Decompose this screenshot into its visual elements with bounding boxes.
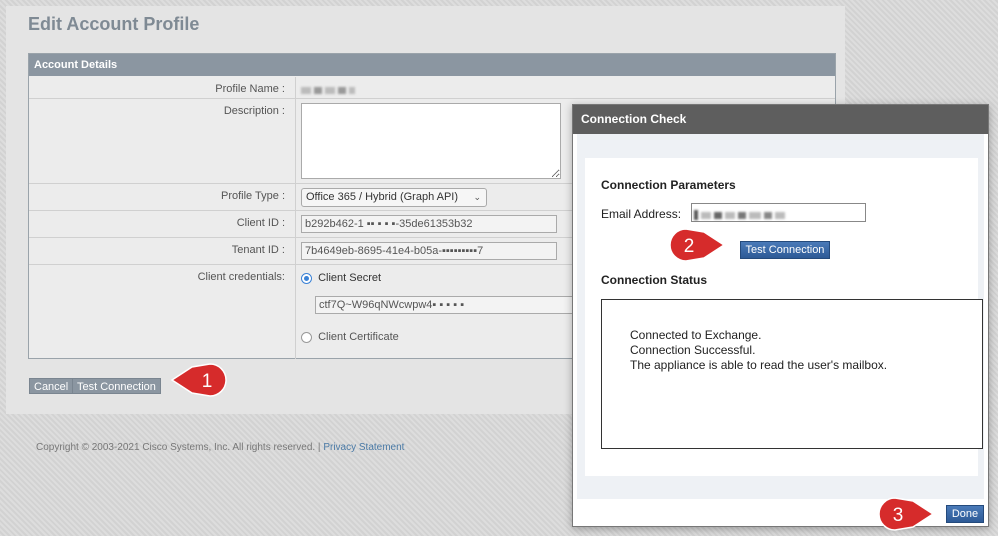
callout-3-arrow-icon: 3 [878, 497, 935, 531]
profile-name-value-redacted [301, 84, 358, 96]
tenant-id-label: Tenant ID : [231, 244, 285, 256]
status-line: Connected to Exchange. [630, 328, 762, 342]
chevron-down-icon: ⌄ [473, 192, 481, 202]
tenant-id-field[interactable]: 7b4649eb-8695-41e4-b05a-▪▪▪▪▪▪▪▪▪7 [301, 242, 557, 260]
profile-type-value: Office 365 / Hybrid (Graph API) [306, 191, 459, 203]
done-button[interactable]: Done [946, 505, 984, 523]
client-credentials-label: Client credentials: [197, 271, 285, 283]
dialog-test-connection-button[interactable]: Test Connection [740, 241, 830, 259]
test-connection-button[interactable]: Test Connection [72, 378, 161, 394]
client-certificate-radio[interactable] [301, 331, 312, 343]
connection-status-title: Connection Status [601, 273, 708, 287]
callout-2-number: 2 [684, 236, 695, 257]
privacy-statement-link[interactable]: Privacy Statement [323, 442, 404, 453]
callout-1-number: 1 [202, 371, 213, 392]
email-value-redacted [694, 209, 788, 221]
dialog-body: Connection Parameters Email Address: Tes… [577, 134, 984, 499]
dialog-content: Connection Parameters Email Address: Tes… [585, 158, 983, 476]
email-address-label: Email Address: [601, 207, 682, 221]
client-secret-label: Client Secret [318, 272, 382, 284]
profile-type-label: Profile Type : [221, 190, 285, 202]
client-id-field[interactable]: b292b462-1 ▪▪ ▪ ▪ ▪-35de61353b32 [301, 215, 557, 233]
profile-name-row: Profile Name : [29, 77, 835, 99]
callout-1-arrow-icon: 1 [170, 363, 227, 397]
client-certificate-label: Client Certificate [318, 331, 399, 343]
client-secret-option[interactable]: Client Secret [301, 272, 381, 284]
client-secret-radio[interactable] [301, 272, 312, 284]
copyright-text: Copyright © 2003-2021 Cisco Systems, Inc… [36, 442, 321, 453]
profile-name-label: Profile Name : [215, 83, 285, 95]
description-textarea[interactable] [301, 103, 561, 179]
description-label: Description : [223, 105, 285, 117]
account-details-header: Account Details [29, 54, 835, 76]
copyright-footer: Copyright © 2003-2021 Cisco Systems, Inc… [36, 442, 404, 453]
callout-2-arrow-icon: 2 [669, 228, 726, 262]
client-secret-field[interactable]: ctf7Q~W96qNWcwpw4▪ ▪ ▪ ▪ ▪ [315, 296, 577, 314]
connection-parameters-title: Connection Parameters [601, 178, 736, 192]
email-address-input[interactable] [691, 203, 866, 222]
connection-check-dialog: Connection Check Connection Parameters E… [572, 104, 989, 527]
status-line: Connection Successful. [630, 343, 756, 357]
client-certificate-option[interactable]: Client Certificate [301, 331, 399, 343]
client-id-label: Client ID : [236, 217, 285, 229]
profile-type-select[interactable]: Office 365 / Hybrid (Graph API) ⌄ [301, 188, 487, 207]
dialog-title: Connection Check [573, 105, 988, 134]
page-title: Edit Account Profile [28, 14, 200, 34]
cancel-button[interactable]: Cancel [29, 378, 74, 394]
status-line: The appliance is able to read the user's… [630, 358, 888, 372]
connection-status-box: Connected to Exchange. Connection Succes… [601, 299, 983, 449]
callout-3-number: 3 [893, 505, 904, 526]
